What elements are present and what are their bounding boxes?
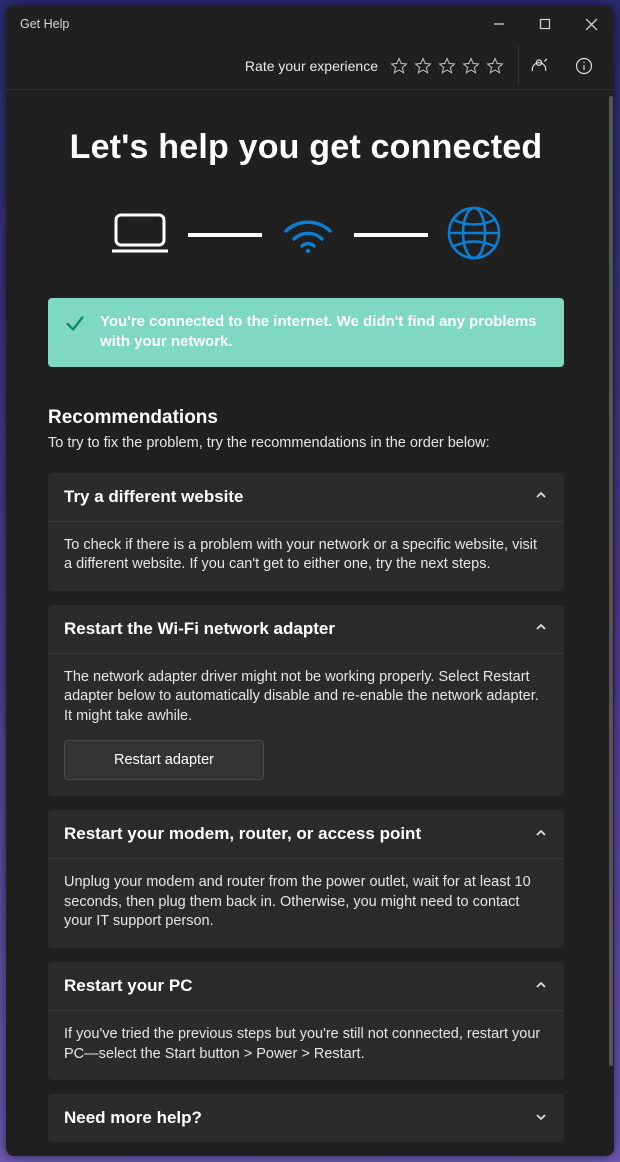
wifi-icon <box>280 211 336 258</box>
star-4-button[interactable] <box>460 55 482 77</box>
chevron-up-icon <box>534 620 548 637</box>
window-controls <box>476 6 614 42</box>
laptop-icon <box>110 211 170 258</box>
card-body: If you've tried the previous steps but y… <box>48 1010 564 1080</box>
connection-diagram <box>6 195 606 298</box>
window-title: Get Help <box>20 17 69 31</box>
toolbar: Rate your experience <box>6 42 614 90</box>
card-header[interactable]: Restart your modem, router, or access po… <box>48 810 564 858</box>
card-header[interactable]: Restart the Wi-Fi network adapter <box>48 605 564 653</box>
recommendation-card: Restart your PC If you've tried the prev… <box>48 962 564 1080</box>
recommendation-card: Need more help? <box>48 1094 564 1142</box>
recommendations-heading: Recommendations <box>48 407 564 429</box>
star-2-button[interactable] <box>412 55 434 77</box>
card-title: Restart the Wi-Fi network adapter <box>64 619 335 639</box>
close-button[interactable] <box>568 6 614 42</box>
star-3-button[interactable] <box>436 55 458 77</box>
chevron-up-icon <box>534 978 548 995</box>
chevron-up-icon <box>534 488 548 505</box>
status-text: You're connected to the internet. We did… <box>100 312 548 353</box>
card-body: Unplug your modem and router from the po… <box>48 858 564 948</box>
card-body: The network adapter driver might not be … <box>48 653 564 797</box>
diagram-line <box>354 233 428 237</box>
chevron-down-icon <box>534 1110 548 1127</box>
maximize-button[interactable] <box>522 6 568 42</box>
recommendation-card: Restart your modem, router, or access po… <box>48 810 564 948</box>
scrollbar-thumb[interactable] <box>609 96 613 1066</box>
vertical-scrollbar[interactable] <box>609 96 613 1150</box>
star-1-button[interactable] <box>388 55 410 77</box>
card-header[interactable]: Need more help? <box>48 1094 564 1142</box>
recommendations-subtext: To try to fix the problem, try the recom… <box>48 435 564 451</box>
recommendation-card: Try a different website To check if ther… <box>48 473 564 591</box>
chevron-up-icon <box>534 826 548 843</box>
card-title: Restart your modem, router, or access po… <box>64 824 421 844</box>
diagram-line <box>188 233 262 237</box>
globe-icon <box>446 205 502 264</box>
card-title: Need more help? <box>64 1108 202 1128</box>
restart-adapter-button[interactable]: Restart adapter <box>64 740 264 780</box>
card-title: Restart your PC <box>64 976 192 996</box>
card-title: Try a different website <box>64 487 244 507</box>
content-area: Let's help you get connected <box>6 90 614 1156</box>
rating-stars <box>388 55 506 77</box>
card-header[interactable]: Try a different website <box>48 473 564 521</box>
status-banner: You're connected to the internet. We did… <box>48 298 564 367</box>
checkmark-icon <box>64 312 86 340</box>
card-body: To check if there is a problem with your… <box>48 521 564 591</box>
star-5-button[interactable] <box>484 55 506 77</box>
support-agent-button[interactable] <box>518 46 558 86</box>
card-text: The network adapter driver might not be … <box>64 669 539 724</box>
recommendation-card: Restart the Wi-Fi network adapter The ne… <box>48 605 564 797</box>
app-window: Get Help Rate your experience <box>6 6 614 1156</box>
page-title: Let's help you get connected <box>26 128 586 167</box>
titlebar: Get Help <box>6 6 614 42</box>
card-header[interactable]: Restart your PC <box>48 962 564 1010</box>
rate-label: Rate your experience <box>245 58 378 74</box>
info-button[interactable] <box>564 46 604 86</box>
minimize-button[interactable] <box>476 6 522 42</box>
